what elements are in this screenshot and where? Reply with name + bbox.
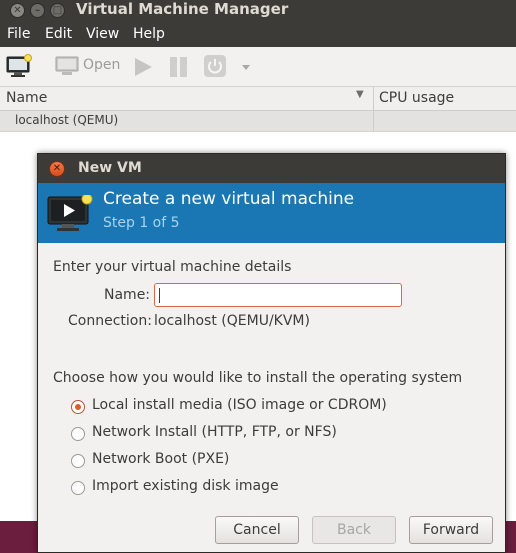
dialog-header-title: Create a new virtual machine	[103, 189, 355, 209]
new-vm-button[interactable]	[6, 54, 32, 82]
new-vm-icon	[47, 193, 93, 237]
dialog-title: New VM	[78, 160, 142, 176]
pause-icon	[170, 57, 187, 77]
dialog-header-banner: Create a new virtual machine Step 1 of 5	[38, 183, 505, 243]
monitor-icon	[55, 56, 79, 75]
menu-file[interactable]: File	[7, 22, 30, 46]
window-minimize-button[interactable]: –	[30, 3, 45, 18]
install-heading: Choose how you would like to install the…	[53, 370, 463, 386]
window-close-button[interactable]: ✕	[10, 3, 25, 18]
maximize-icon: □	[52, 5, 63, 16]
vm-list-header: Name ▼ CPU usage	[0, 87, 516, 111]
install-option-label: Network Install (HTTP, FTP, or NFS)	[92, 424, 337, 440]
window-maximize-button[interactable]: □	[50, 3, 65, 18]
install-option-label: Network Boot (PXE)	[92, 451, 230, 467]
radio-button[interactable]	[71, 454, 85, 468]
forward-button[interactable]: Forward	[409, 516, 493, 544]
dialog-title-bar: ✕ New VM	[38, 154, 505, 183]
text-caret	[159, 288, 160, 303]
pause-button[interactable]	[168, 56, 190, 82]
window-title: Virtual Machine Manager	[76, 0, 289, 18]
power-button[interactable]	[203, 54, 227, 82]
toolbar: Open	[0, 47, 516, 87]
play-icon	[135, 58, 152, 76]
name-input[interactable]	[154, 283, 402, 307]
menu-edit[interactable]: Edit	[45, 22, 72, 46]
radio-button[interactable]	[71, 481, 85, 495]
radio-button[interactable]	[71, 400, 85, 414]
main-title-bar: ✕ – □ Virtual Machine Manager	[0, 0, 516, 22]
open-label: Open	[83, 57, 121, 73]
column-name[interactable]: Name	[6, 90, 47, 106]
step-indicator: Step 1 of 5	[103, 215, 180, 231]
column-divider	[373, 111, 374, 132]
menu-help[interactable]: Help	[133, 22, 165, 46]
radio-button[interactable]	[71, 427, 85, 441]
column-cpu-usage[interactable]: CPU usage	[379, 90, 454, 106]
menu-view[interactable]: View	[86, 22, 119, 46]
details-heading: Enter your virtual machine details	[53, 259, 292, 275]
dialog-close-button[interactable]: ✕	[49, 161, 65, 177]
column-divider	[373, 87, 374, 111]
close-icon: ✕	[52, 163, 62, 174]
table-row[interactable]: localhost (QEMU)	[0, 111, 516, 132]
new-vm-dialog: ✕ New VM Create a new virtual machine St…	[37, 153, 506, 553]
cancel-button[interactable]: Cancel	[215, 516, 299, 544]
name-label: Name:	[104, 287, 151, 303]
connection-name: localhost (QEMU)	[15, 113, 119, 127]
install-option-label: Local install media (ISO image or CDROM)	[92, 397, 387, 413]
close-icon: ✕	[13, 5, 22, 16]
power-menu-button[interactable]	[241, 60, 251, 76]
new-vm-icon	[6, 54, 32, 77]
connection-value: localhost (QEMU/KVM)	[154, 313, 310, 329]
sort-down-icon[interactable]: ▼	[356, 89, 364, 100]
menu-bar: File Edit View Help	[0, 22, 516, 47]
power-icon	[204, 55, 226, 77]
chevron-down-icon	[242, 65, 250, 70]
open-button[interactable]	[55, 55, 81, 81]
run-button[interactable]	[132, 56, 154, 82]
radio-selected-dot	[75, 404, 81, 410]
connection-label: Connection:	[68, 313, 152, 329]
install-option-label: Import existing disk image	[92, 478, 279, 494]
back-button[interactable]: Back	[312, 516, 396, 544]
minimize-icon: –	[35, 5, 40, 16]
